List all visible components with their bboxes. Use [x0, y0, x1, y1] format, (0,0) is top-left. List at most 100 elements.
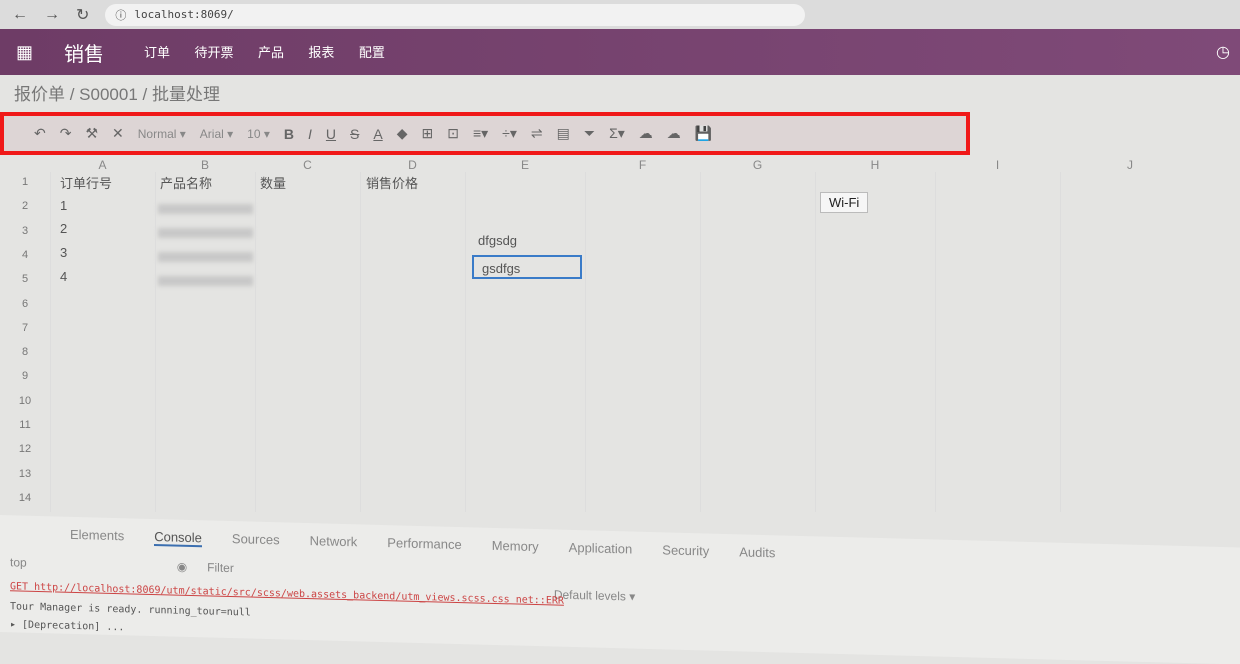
redo-icon[interactable]: ↷: [60, 125, 72, 142]
cell-a2[interactable]: 1: [52, 194, 67, 218]
devtools-panel: Elements Console Sources Network Performance…: [0, 515, 1240, 664]
filter-icon[interactable]: ⏷: [584, 125, 595, 142]
address-bar[interactable]: ⓘ localhost:8069/: [105, 3, 806, 26]
devtools-tab-audits[interactable]: Audits: [739, 544, 775, 562]
table-icon[interactable]: ▤: [557, 125, 570, 142]
row-header-8[interactable]: 8: [0, 340, 50, 364]
strikethrough-icon[interactable]: S: [350, 126, 359, 142]
paint-format-icon[interactable]: ⚒: [85, 125, 98, 142]
cloud-upload-icon[interactable]: ☁: [639, 125, 653, 142]
column-header-f[interactable]: F: [585, 158, 700, 178]
column-header-b[interactable]: B: [155, 158, 255, 178]
grid-line: [815, 172, 816, 512]
row-header-11[interactable]: 11: [0, 413, 50, 437]
blurred-product-name: [158, 204, 253, 214]
text-color-icon[interactable]: A: [373, 126, 382, 142]
row-header-2[interactable]: 2: [0, 194, 50, 218]
forward-icon[interactable]: →: [44, 6, 60, 24]
underline-icon[interactable]: U: [326, 126, 336, 142]
row-header-6[interactable]: 6: [0, 292, 50, 316]
blurred-product-name: [158, 228, 253, 238]
row-header-1[interactable]: 1: [0, 170, 50, 194]
row-header-13[interactable]: 13: [0, 462, 50, 486]
devtools-tab-security[interactable]: Security: [662, 542, 709, 560]
info-icon: ⓘ: [115, 8, 127, 22]
apps-grid-icon[interactable]: ▦: [16, 42, 46, 63]
grid-line: [935, 172, 936, 512]
blurred-product-name: [158, 252, 253, 262]
cell-a3[interactable]: 2: [52, 217, 67, 241]
column-header-g[interactable]: G: [700, 158, 815, 178]
menu-config[interactable]: 配置: [359, 45, 385, 60]
row-header-7[interactable]: 7: [0, 316, 50, 340]
cloud-download-icon[interactable]: ☁: [667, 125, 681, 142]
grid-line: [585, 172, 586, 512]
menu-reports[interactable]: 报表: [308, 45, 334, 60]
console-warning[interactable]: ▸ [Deprecation] ...: [10, 619, 124, 633]
top-nav: ▦ 销售 订单 待开票 产品 报表 配置 ◷: [0, 29, 1240, 75]
cell-a5[interactable]: 4: [52, 265, 67, 289]
row-header-10[interactable]: 10: [0, 389, 50, 413]
reload-icon[interactable]: ↻: [76, 5, 89, 25]
levels-select[interactable]: Default levels ▾: [554, 588, 635, 604]
devtools-tab-application[interactable]: Application: [569, 540, 633, 559]
menu-to-invoice[interactable]: 待开票: [194, 45, 233, 60]
menu-products[interactable]: 产品: [258, 45, 284, 60]
sum-icon[interactable]: Σ▾: [609, 125, 625, 142]
save-icon[interactable]: 💾: [695, 125, 712, 142]
row-header-14[interactable]: 14: [0, 486, 50, 510]
sheet-toolbar: ↶ ↷ ⚒ ✕ Normal ▾ Arial ▾ 10 ▾ B I U S A …: [0, 112, 970, 155]
grid-line: [465, 172, 466, 512]
cell-a4[interactable]: 3: [52, 241, 67, 265]
fill-color-icon[interactable]: ◆: [397, 125, 408, 142]
grid-line: [50, 172, 51, 512]
column-header-j[interactable]: J: [1060, 158, 1200, 178]
align-icon[interactable]: ≡▾: [473, 125, 488, 142]
grid-line: [360, 172, 361, 512]
devtools-tab-performance[interactable]: Performance: [387, 535, 461, 554]
wifi-tooltip: Wi-Fi: [820, 192, 869, 213]
grid-line: [700, 172, 701, 512]
bold-icon[interactable]: B: [284, 126, 294, 142]
row-header-4[interactable]: 4: [0, 243, 50, 267]
row-header-5[interactable]: 5: [0, 267, 50, 291]
column-header-e[interactable]: E: [465, 158, 585, 178]
breadcrumb[interactable]: 报价单 / S00001 / 批量处理: [14, 80, 220, 105]
devtools-tab-console[interactable]: Console: [154, 529, 202, 548]
row-header-9[interactable]: 9: [0, 364, 50, 388]
column-header-c[interactable]: C: [255, 158, 360, 178]
spreadsheet-grid[interactable]: 订单行号 产品名称 数量 销售价格 1 2 3 4 dfgsdg gsdfgs …: [0, 158, 1240, 513]
borders-icon[interactable]: ⊞: [422, 125, 434, 142]
wrap-icon[interactable]: ⇌: [531, 125, 543, 142]
clock-icon[interactable]: ◷: [1216, 42, 1230, 62]
app-brand: 销售: [64, 43, 104, 66]
row-header-3[interactable]: 3: [0, 219, 50, 243]
column-header-a[interactable]: A: [50, 158, 155, 178]
grid-line: [155, 172, 156, 512]
clear-format-icon[interactable]: ✕: [112, 125, 124, 142]
back-icon[interactable]: ←: [12, 6, 28, 24]
undo-icon[interactable]: ↶: [34, 125, 46, 142]
valign-icon[interactable]: ÷▾: [502, 125, 517, 142]
cell-e5-selected[interactable]: gsdfgs: [472, 255, 582, 279]
size-select[interactable]: 10 ▾: [247, 127, 270, 141]
font-select[interactable]: Arial ▾: [200, 127, 233, 141]
grid-line: [1060, 172, 1061, 512]
column-header-i[interactable]: I: [935, 158, 1060, 178]
italic-icon[interactable]: I: [308, 126, 312, 142]
devtools-tab-memory[interactable]: Memory: [492, 538, 539, 556]
merge-cells-icon[interactable]: ⊡: [447, 125, 459, 142]
devtools-tab-network[interactable]: Network: [310, 533, 358, 551]
style-select[interactable]: Normal ▾: [138, 127, 186, 141]
column-header-h[interactable]: H: [815, 158, 935, 178]
menu-orders[interactable]: 订单: [144, 45, 170, 60]
devtools-tab-elements[interactable]: Elements: [70, 527, 124, 545]
cell-e4[interactable]: dfgsdg: [470, 229, 517, 253]
devtools-tab-sources[interactable]: Sources: [232, 531, 280, 549]
grid-line: [255, 172, 256, 512]
browser-bar: ← → ↻ ⓘ localhost:8069/: [0, 0, 1240, 29]
column-header-d[interactable]: D: [360, 158, 465, 178]
row-header-12[interactable]: 12: [0, 437, 50, 461]
blurred-product-name: [158, 276, 253, 286]
console-log: Tour Manager is ready. running_tour=null: [10, 601, 251, 619]
